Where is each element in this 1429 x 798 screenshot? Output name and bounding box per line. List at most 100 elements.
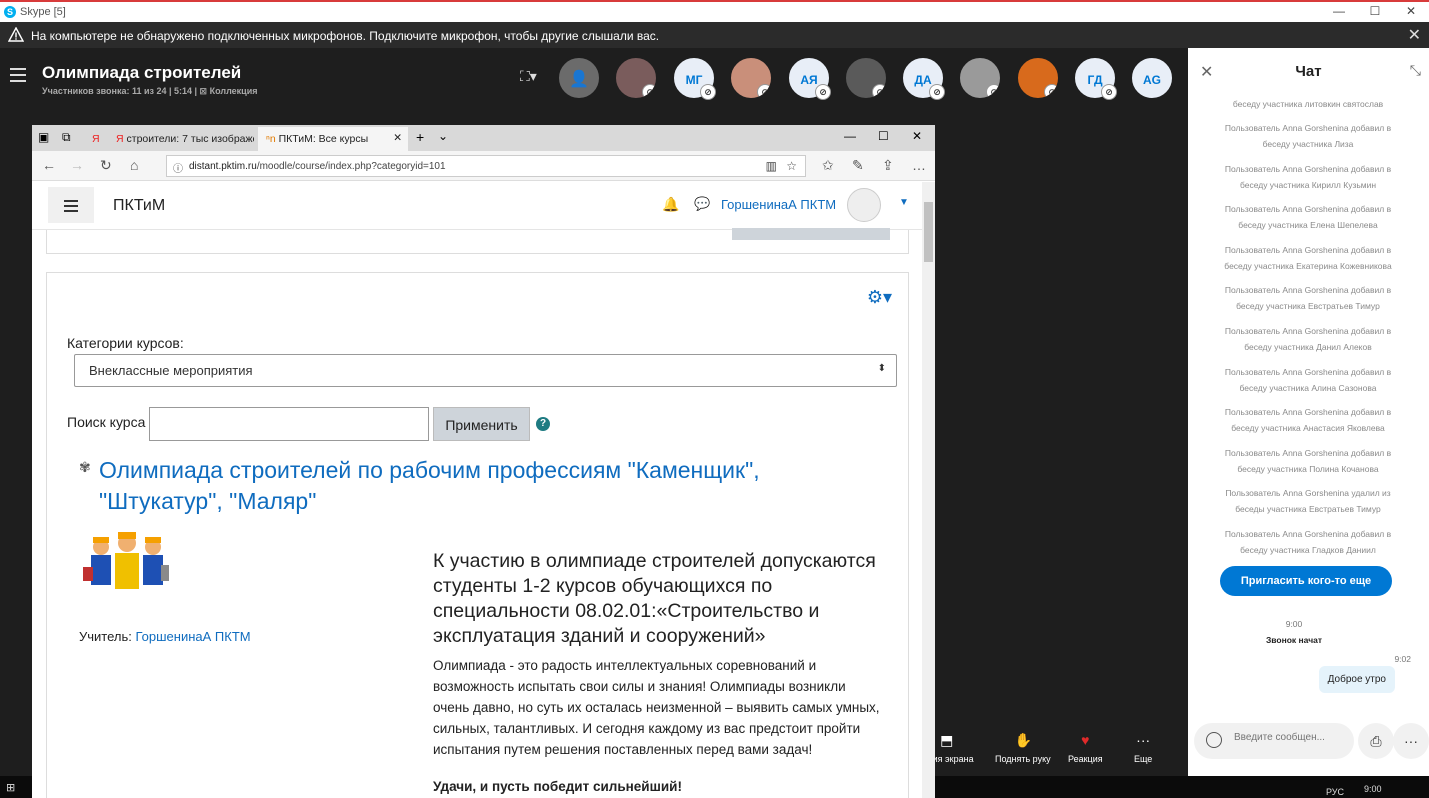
mic-muted-icon: ⊘	[1044, 84, 1058, 98]
course-title-link[interactable]: Олимпиада строителей по рабочим професси…	[99, 455, 819, 517]
attach-icon: ⎙	[1370, 733, 1382, 749]
tab-actions-icon[interactable]: ▣	[38, 130, 49, 144]
mic-muted-icon: ⊘	[815, 84, 831, 100]
message-time: 9:02	[1394, 654, 1411, 664]
system-message: Пользователь Anna Gorshenina добавил в б…	[1224, 123, 1392, 149]
mic-muted-icon: ⊘	[872, 84, 886, 98]
more-button[interactable]: ··· Еще	[1134, 732, 1152, 764]
system-message: Пользователь Anna Gorshenina добавил в б…	[1224, 407, 1392, 433]
course-categories-card: ⚙▾ Категории курсов: Внеклассные меропри…	[46, 272, 909, 798]
settings-more-icon[interactable]: …	[912, 157, 926, 173]
back-icon[interactable]: ←	[42, 157, 56, 173]
message-input[interactable]	[1234, 732, 1344, 743]
participant-avatar[interactable]: AG	[1130, 56, 1174, 100]
browser-minimize-button[interactable]: —	[844, 129, 856, 143]
system-message: беседу участника литовкин святослав	[1232, 99, 1384, 109]
bell-icon[interactable]: 🔔	[662, 196, 679, 213]
scrollbar[interactable]	[922, 182, 935, 798]
favorites-icon[interactable]: ✩	[822, 157, 834, 174]
teacher-link[interactable]: ГоршенинаА ПКТМ	[135, 629, 250, 644]
search-input[interactable]	[149, 407, 429, 441]
chat-header: ✕ Чат ⤡	[1188, 48, 1429, 94]
mic-muted-icon: ⊘	[929, 84, 945, 100]
participant-avatar[interactable]: АЯ ⊘	[787, 56, 831, 100]
participant-avatar[interactable]: ⊘	[614, 56, 658, 100]
language-indicator[interactable]: РУС	[1326, 787, 1344, 797]
chevron-down-icon[interactable]: ⌄	[438, 129, 448, 143]
windows-start-icon[interactable]: ⊞	[6, 781, 15, 794]
tab-yandex[interactable]: Я	[84, 127, 104, 151]
pen-icon[interactable]: ✎	[852, 157, 864, 174]
share-icon[interactable]: ⇪	[882, 157, 894, 174]
participant-avatar[interactable]: МГ ⊘	[672, 56, 716, 100]
select-arrow-icon: ⬍	[877, 363, 886, 374]
attach-button[interactable]: ⎙	[1358, 723, 1394, 759]
tab-moodle[interactable]: ⁿn ПКТиМ: Все курсы ✕	[258, 127, 408, 151]
invite-button[interactable]: Пригласить кого-то еще	[1220, 566, 1392, 596]
minimize-button[interactable]: —	[1321, 4, 1357, 22]
browser-navbar: ← → ↻ ⌂ ⓘ distant.pktim.ru/moodle/course…	[32, 151, 935, 181]
user-menu-caret[interactable]: ▼	[899, 197, 909, 208]
moodle-menu-button[interactable]	[48, 187, 94, 223]
warning-close-button[interactable]: ✕	[1408, 25, 1421, 45]
layout-icon[interactable]: ⛶▾	[520, 68, 537, 85]
refresh-icon[interactable]: ↻	[100, 157, 112, 174]
address-bar[interactable]: ⓘ distant.pktim.ru/moodle/course/index.p…	[166, 155, 806, 177]
search-label: Поиск курса	[67, 414, 146, 430]
gear-icon[interactable]: ⚙▾	[867, 287, 892, 308]
window-title: Skype [5]	[20, 6, 66, 18]
course-icon: ✾	[79, 459, 91, 475]
system-message: Пользователь Anna Gorshenina добавил в б…	[1224, 448, 1392, 474]
card-button[interactable]	[732, 228, 890, 240]
add-participant-button[interactable]: 👤	[557, 56, 601, 100]
raise-hand-button[interactable]: ✋ Поднять руку	[995, 732, 1051, 764]
participant-avatar[interactable]: ДА ⊘	[901, 56, 945, 100]
close-tab-icon[interactable]: ✕	[393, 132, 402, 144]
course-description: Олимпиада - это радость интеллектуальных…	[433, 658, 880, 757]
tabs-aside-icon[interactable]: ⧉	[62, 130, 71, 145]
course-closing: Удачи, и пусть победит сильнейший!	[433, 779, 682, 794]
browser-tabstrip: ▣ ⧉ Я Я строители: 7 тыс изображе ⁿn ПКТ…	[32, 125, 935, 151]
close-window-button[interactable]: ✕	[1393, 4, 1429, 22]
browser-close-button[interactable]: ✕	[912, 129, 922, 143]
warning-icon	[8, 27, 24, 42]
tab-images[interactable]: Я строители: 7 тыс изображе	[108, 127, 254, 151]
user-name[interactable]: ГоршенинаА ПКТМ	[721, 197, 836, 212]
chat-more-button[interactable]: ···	[1393, 723, 1429, 759]
reading-view-icon[interactable]: ▥	[766, 159, 777, 173]
category-select[interactable]: Внеклассные мероприятия ⬍	[74, 354, 897, 387]
message-icon[interactable]: 💬	[694, 196, 710, 212]
participant-avatar[interactable]: ГД ⊘	[1073, 56, 1117, 100]
user-avatar[interactable]	[847, 188, 881, 222]
more-icon: ···	[1136, 732, 1151, 748]
system-message: Пользователь Anna Gorshenina добавил в б…	[1224, 285, 1392, 311]
moodle-content: ⚙▾ Категории курсов: Внеклассные меропри…	[32, 228, 922, 798]
reaction-button[interactable]: ♥ Реакция	[1068, 732, 1103, 764]
participant-avatar[interactable]: ⊘	[1016, 56, 1060, 100]
site-name[interactable]: ПКТиМ	[113, 197, 165, 215]
clock[interactable]: 9:00	[1364, 784, 1382, 794]
system-message: Пользователь Anna Gorshenina добавил в б…	[1224, 326, 1392, 352]
browser-maximize-button[interactable]: ☐	[878, 129, 889, 143]
emoji-icon[interactable]	[1206, 732, 1222, 748]
menu-icon[interactable]	[10, 68, 26, 82]
call-header: Олимпиада строителей Участников звонка: …	[0, 48, 1188, 108]
message-composer[interactable]	[1194, 723, 1354, 759]
participant-avatar[interactable]: ⊘	[958, 56, 1002, 100]
help-icon[interactable]: ?	[536, 417, 550, 431]
course-image	[79, 527, 173, 599]
apply-button[interactable]: Применить	[433, 407, 530, 441]
home-icon[interactable]: ⌂	[130, 157, 138, 173]
more-icon: ···	[1404, 733, 1418, 749]
top-card	[46, 228, 909, 254]
hand-icon: ✋	[1014, 732, 1033, 748]
participant-avatar[interactable]: ⊘	[729, 56, 773, 100]
scroll-thumb[interactable]	[924, 202, 933, 262]
maximize-button[interactable]: ☐	[1357, 4, 1393, 22]
expand-icon[interactable]: ⤡	[1410, 62, 1421, 79]
call-started-label: Звонок начат	[1265, 635, 1323, 645]
star-icon[interactable]: ☆	[786, 159, 797, 173]
new-tab-button[interactable]: +	[416, 129, 424, 145]
forward-icon[interactable]: →	[70, 157, 84, 173]
participant-avatar[interactable]: ⊘	[844, 56, 888, 100]
